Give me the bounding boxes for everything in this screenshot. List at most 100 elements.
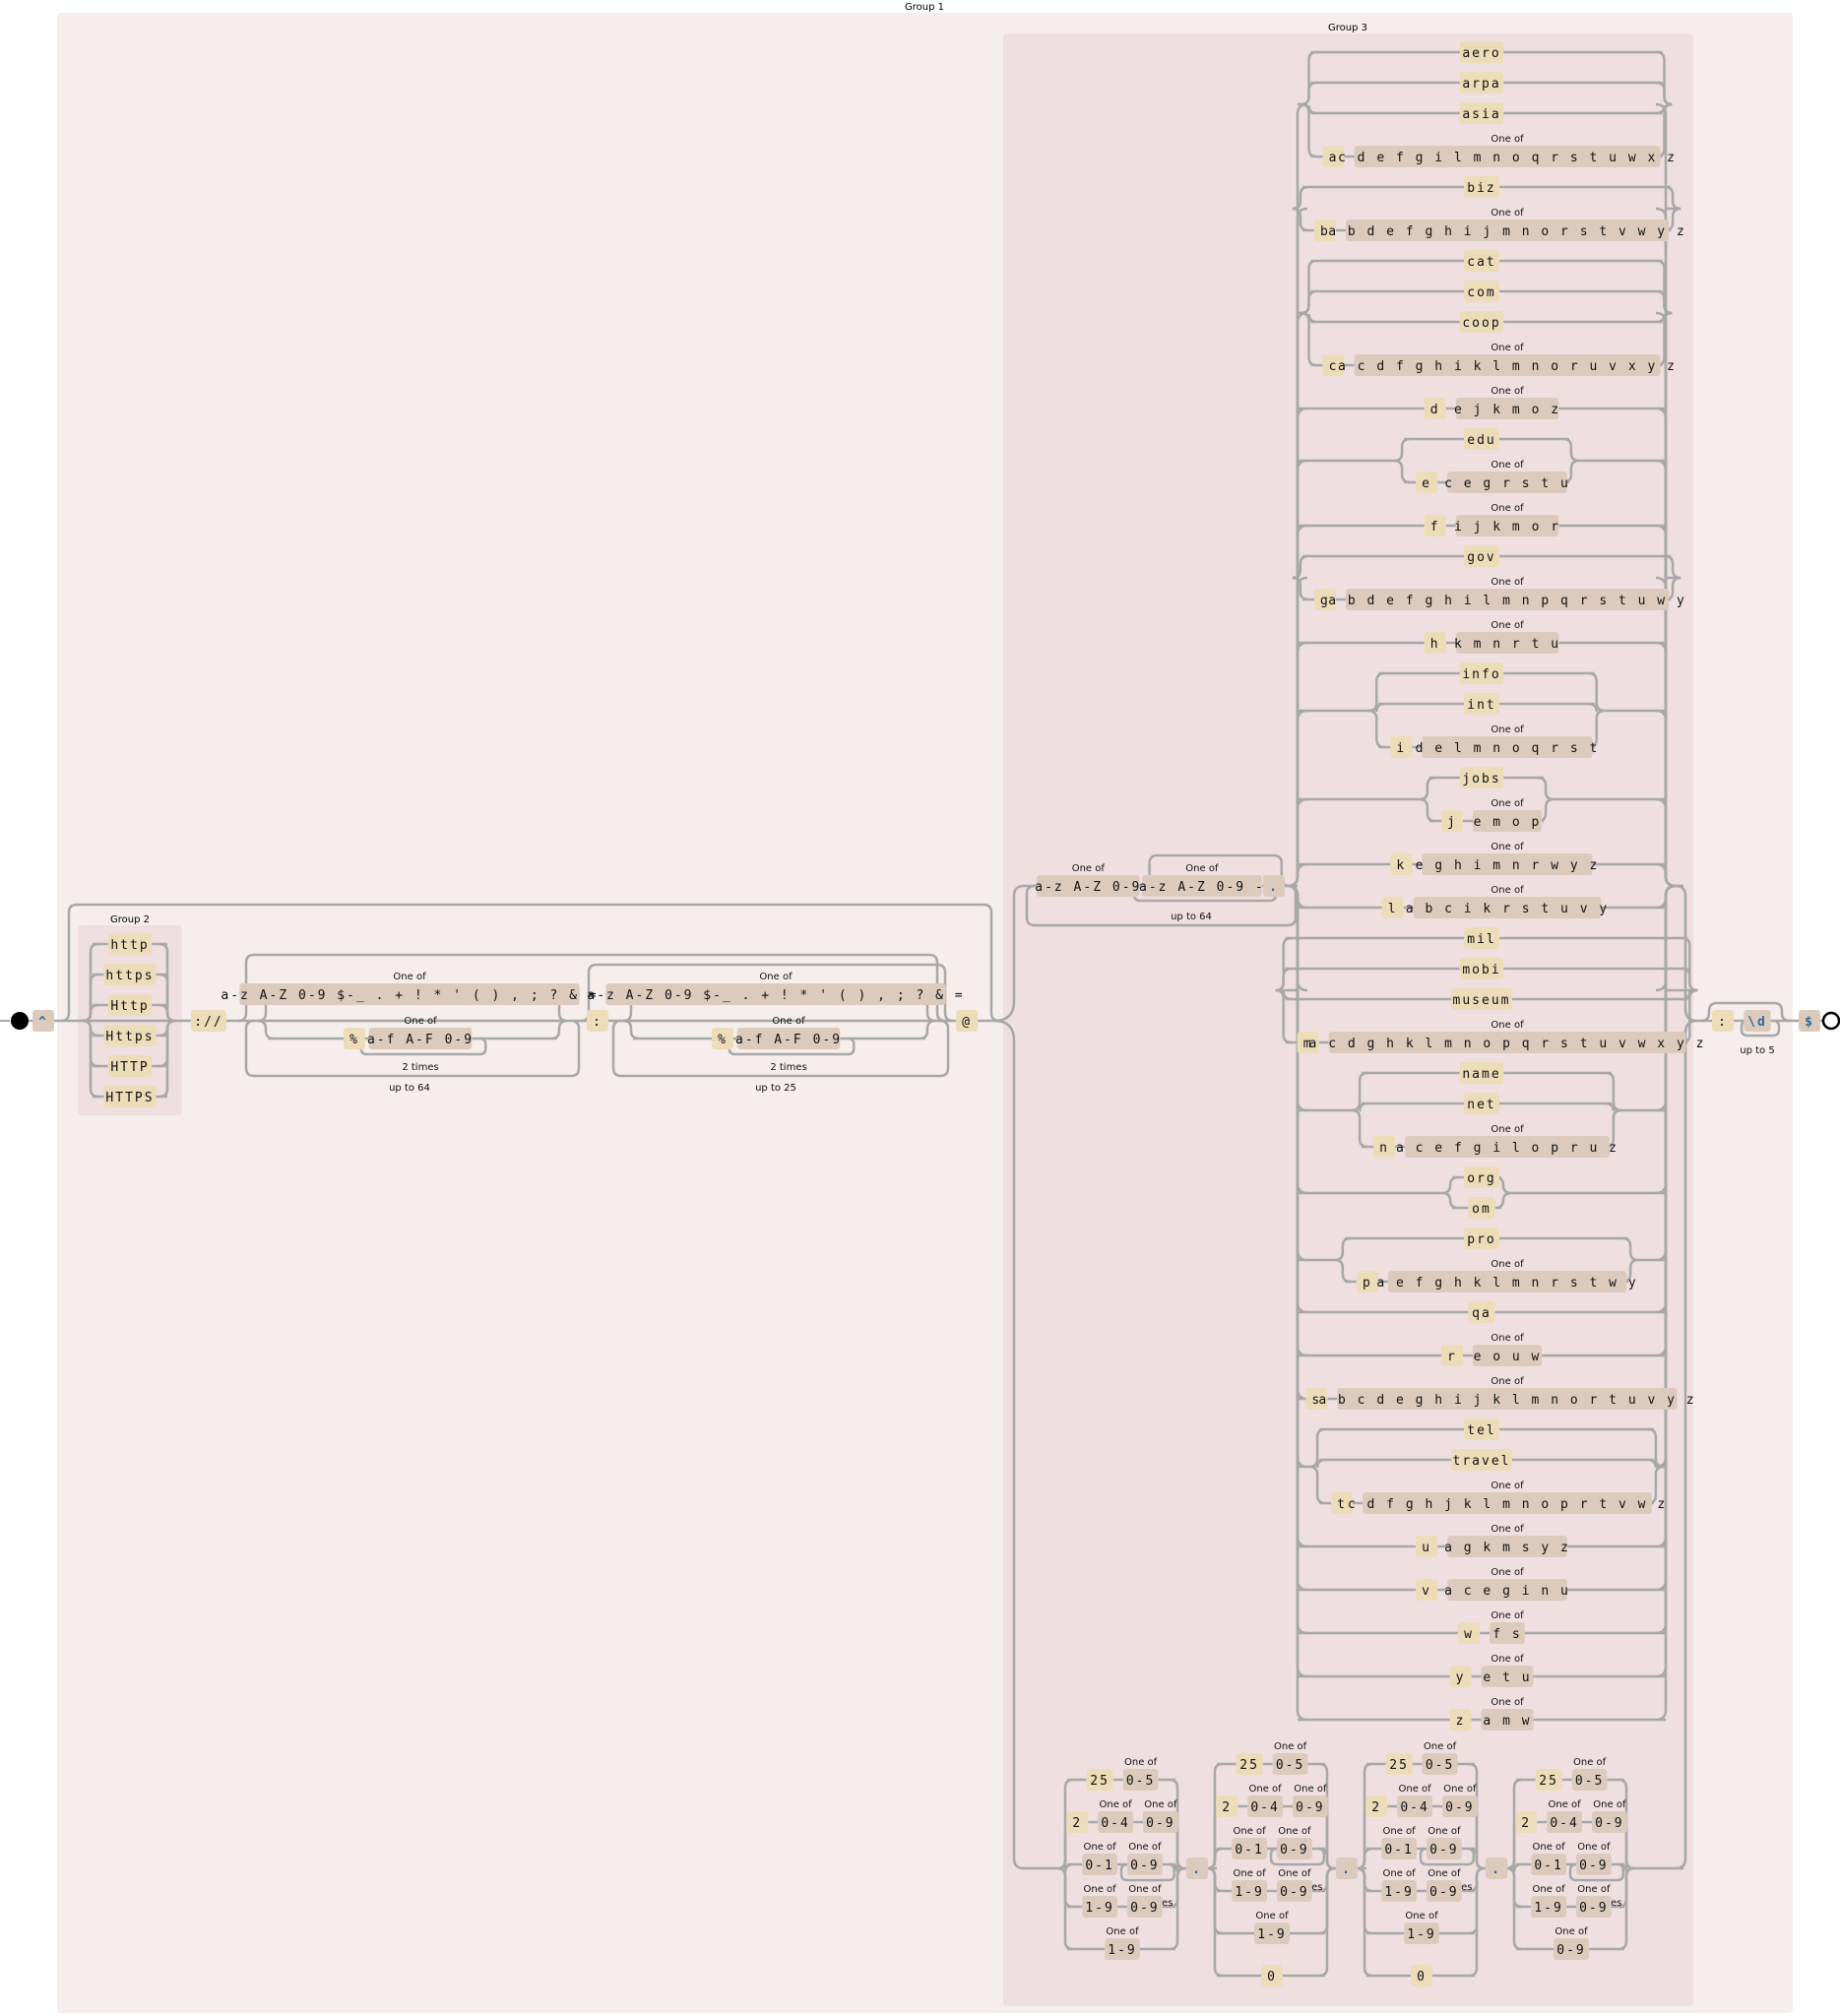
tld-mobi: mobi bbox=[1462, 963, 1500, 977]
ip-octet-4-literal-2: 2 bbox=[1521, 1816, 1531, 1831]
ip-octet-1-literal-2: 2 bbox=[1072, 1816, 1082, 1831]
tld-prefix-j: j bbox=[1447, 815, 1457, 830]
one-of-label: One of bbox=[1491, 460, 1524, 471]
one-of-label: One of bbox=[1491, 386, 1524, 397]
one-of-label: One of bbox=[404, 1016, 437, 1027]
ip-octet-4-range-0to9: 0-9 bbox=[1595, 1816, 1623, 1831]
ip-octet-2-range-1to9: 1-9 bbox=[1257, 1927, 1286, 1942]
scheme-option-https: https bbox=[105, 969, 154, 983]
port-repeat-label: up to 5 bbox=[1740, 1045, 1774, 1056]
one-of-label: One of bbox=[1399, 1784, 1432, 1795]
user-repeat-label: up to 64 bbox=[389, 1083, 430, 1094]
ip-octet-2-range-0to9: 0-9 bbox=[1280, 1843, 1308, 1858]
scheme-option-http: http bbox=[110, 938, 149, 953]
one-of-label: One of bbox=[1185, 863, 1219, 874]
one-of-label: One of bbox=[1383, 1868, 1417, 1879]
tld-prefix-a: a bbox=[1329, 151, 1339, 165]
tld-cat: cat bbox=[1467, 255, 1495, 270]
ip-octet-2-range-0to4: 0-4 bbox=[1250, 1800, 1279, 1815]
tld-set-s: a b c d e g h i j k l m n o r t u v y z bbox=[1318, 1393, 1695, 1408]
one-of-label: One of bbox=[1491, 577, 1524, 588]
ip-octet-3-literal-2: 2 bbox=[1371, 1800, 1381, 1815]
ip-octet-1-range-1to9: 1-9 bbox=[1085, 1901, 1113, 1916]
host-rest-charset: a-z A-Z 0-9 - bbox=[1139, 880, 1265, 895]
group-1-label: Group 1 bbox=[905, 2, 944, 13]
tld-asia: asia bbox=[1462, 107, 1500, 122]
tld-set-y: e t u bbox=[1483, 1670, 1531, 1685]
ip-octet-1-range-0to5: 0-5 bbox=[1126, 1774, 1155, 1789]
ip-octet-4-range-0to9: 0-9 bbox=[1579, 1901, 1608, 1916]
ip-octet-3-range-1to9: 1-9 bbox=[1384, 1885, 1413, 1900]
one-of-label: One of bbox=[1491, 842, 1524, 852]
tld-set-t: c d f g h j k l m n o p r t v w z bbox=[1348, 1497, 1667, 1512]
tld-set-u: a g k m s y z bbox=[1444, 1541, 1570, 1555]
password-hex-charset: a-f A-F 0-9 bbox=[735, 1033, 842, 1047]
tld-coop: coop bbox=[1462, 316, 1500, 331]
tld-set-p: a e f g h k l m n r s t w y bbox=[1376, 1276, 1637, 1291]
tld-set-h: k m n r t u bbox=[1454, 637, 1560, 652]
password-colon: : bbox=[593, 1015, 603, 1030]
start-node-icon bbox=[11, 1012, 29, 1030]
one-of-label: One of bbox=[1234, 1826, 1267, 1837]
tld-set-d: e j k m o z bbox=[1454, 403, 1560, 417]
tld-set-w: f s bbox=[1492, 1627, 1521, 1642]
one-of-label: One of bbox=[1100, 1799, 1133, 1810]
group-3-label: Group 3 bbox=[1328, 23, 1367, 33]
one-of-label: One of bbox=[1491, 1697, 1524, 1708]
ip-octet-2-range-1to9: 1-9 bbox=[1235, 1885, 1263, 1900]
ip-octet-1-range-0to4: 0-4 bbox=[1101, 1816, 1129, 1831]
ip-dot-3: . bbox=[1491, 1862, 1501, 1877]
ip-octet-3-range-0to9: 0-9 bbox=[1445, 1800, 1474, 1815]
tld-travel: travel bbox=[1453, 1454, 1511, 1469]
tld-set-z: a m w bbox=[1483, 1714, 1531, 1729]
tld-prefix-v: v bbox=[1422, 1584, 1431, 1599]
tld-int: int bbox=[1467, 698, 1495, 713]
end-node-icon bbox=[1821, 1011, 1840, 1031]
one-of-label: One of bbox=[1549, 1799, 1582, 1810]
tld-set-v: a c e g i n u bbox=[1444, 1584, 1570, 1599]
tld-com: com bbox=[1467, 285, 1495, 300]
one-of-label: One of bbox=[1234, 1868, 1267, 1879]
railroad-diagram: Group 1 Group 2 Group 3 ^ http https Http Ht… bbox=[0, 2, 1840, 2013]
scheme-option-http-4: HTTP bbox=[110, 1060, 149, 1075]
one-of-label: One of bbox=[1249, 1784, 1283, 1795]
tld-prefix-d: d bbox=[1430, 403, 1440, 417]
tld-prefix-i: i bbox=[1396, 741, 1406, 756]
tld-set-n: a c e f g i l o p r u z bbox=[1396, 1141, 1618, 1156]
host-repeat-label: up to 64 bbox=[1171, 912, 1212, 922]
ip-octet-1-literal-25: 25 bbox=[1090, 1774, 1110, 1789]
ip-octet-3-range-0to9: 0-9 bbox=[1429, 1843, 1458, 1858]
one-of-label: One of bbox=[1084, 1884, 1117, 1895]
password-charset: a-z A-Z 0-9 $-_ . + ! * ' ( ) , ; ? & = bbox=[587, 988, 964, 1003]
tld-qa: qa bbox=[1472, 1306, 1491, 1321]
scheme-option-https-3: Https bbox=[105, 1030, 154, 1044]
tld-set-r: e o u w bbox=[1474, 1350, 1542, 1364]
tld-info: info bbox=[1462, 667, 1500, 682]
one-of-label: One of bbox=[772, 1016, 805, 1027]
ip-octet-4-range-1to9: 1-9 bbox=[1534, 1901, 1562, 1916]
one-of-label: One of bbox=[1491, 343, 1524, 353]
one-of-label: One of bbox=[1491, 724, 1524, 735]
tld-pro: pro bbox=[1467, 1232, 1495, 1247]
one-of-label: One of bbox=[1405, 1911, 1438, 1922]
one-of-label: One of bbox=[1491, 798, 1524, 809]
one-of-label: One of bbox=[1491, 1524, 1524, 1535]
ip-octet-4-range-0to9: 0-9 bbox=[1579, 1858, 1608, 1873]
tld-net: net bbox=[1467, 1098, 1495, 1112]
one-of-label: One of bbox=[1491, 1567, 1524, 1578]
group-2-label: Group 2 bbox=[110, 914, 150, 925]
tld-mil: mil bbox=[1467, 932, 1495, 947]
start-anchor: ^ bbox=[38, 1015, 48, 1030]
host-dot: . bbox=[1269, 880, 1279, 895]
one-of-label: One of bbox=[1533, 1884, 1566, 1895]
user-percent: % bbox=[349, 1033, 359, 1047]
ip-octet-3-literal-0: 0 bbox=[1417, 1970, 1427, 1984]
scheme-separator: :// bbox=[194, 1015, 222, 1030]
ip-octet-1-range-0to9: 0-9 bbox=[1130, 1901, 1159, 1916]
tld-set-b: a b d e f g h i j m n o r s t v w y z bbox=[1328, 224, 1686, 239]
password-hex-repeat-label: 2 times bbox=[770, 1062, 806, 1073]
one-of-label: One of bbox=[1428, 1826, 1461, 1837]
tld-set-a: c d e f g i l m n o q r s t u w x z bbox=[1338, 151, 1677, 165]
port-digit: \d bbox=[1747, 1015, 1767, 1030]
one-of-label: One of bbox=[1491, 1610, 1524, 1621]
